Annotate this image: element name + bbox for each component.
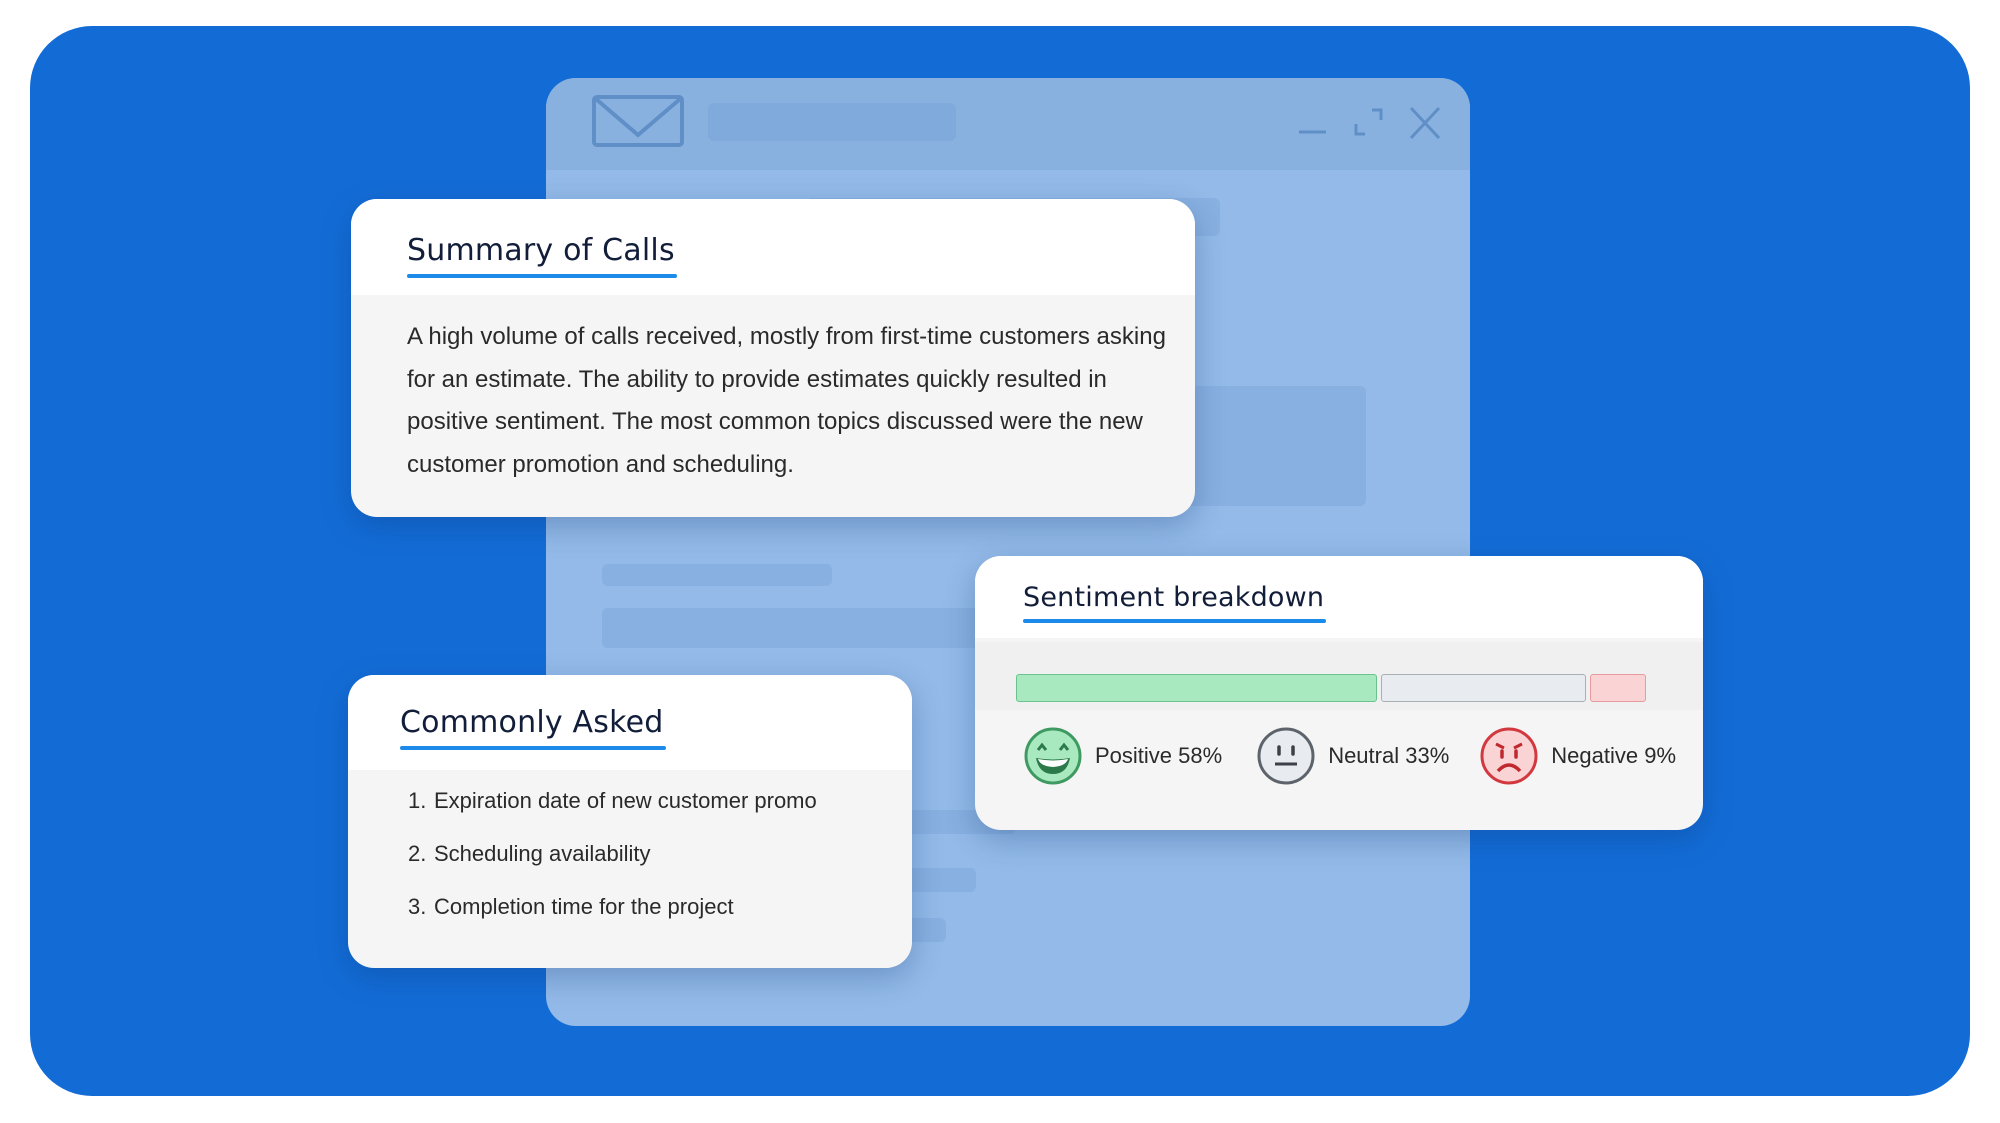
sentiment-title: Sentiment breakdown bbox=[1023, 582, 1327, 623]
minimize-icon[interactable] bbox=[1296, 106, 1330, 140]
window-title-placeholder bbox=[708, 103, 956, 141]
angry-face-icon bbox=[1480, 727, 1538, 785]
list-item-number: 1. bbox=[408, 788, 427, 813]
neutral-segment bbox=[1380, 674, 1586, 702]
list-item-text: Completion time for the project bbox=[434, 894, 734, 919]
commonly-asked-list: 1. Expiration date of new customer promo … bbox=[408, 785, 817, 944]
legend-neutral: Neutral 33% bbox=[1256, 726, 1449, 786]
legend-positive: Positive 58% bbox=[1023, 726, 1222, 786]
summary-title: Summary of Calls bbox=[407, 233, 677, 278]
list-item-text: Expiration date of new customer promo bbox=[434, 788, 817, 813]
commonly-asked-header: Commonly Asked bbox=[348, 675, 912, 770]
negative-segment bbox=[1590, 674, 1646, 702]
summary-text: A high volume of calls received, mostly … bbox=[407, 323, 1166, 478]
mail-icon bbox=[592, 95, 684, 147]
neutral-label: Neutral 33% bbox=[1328, 743, 1450, 768]
list-item-number: 3. bbox=[408, 894, 427, 919]
commonly-asked-title: Commonly Asked bbox=[400, 705, 665, 750]
list-item-number: 2. bbox=[408, 841, 427, 866]
sentiment-legend: Positive 58% Neutral 33% Negative 9% bbox=[1023, 726, 1703, 786]
window-titlebar bbox=[546, 78, 1470, 170]
smiling-face-icon bbox=[1024, 727, 1082, 785]
maximize-icon[interactable] bbox=[1352, 106, 1386, 140]
legend-negative: Negative 9% bbox=[1479, 726, 1676, 786]
summary-card: Summary of Calls A high volume of calls … bbox=[351, 199, 1195, 517]
positive-label: Positive 58% bbox=[1095, 743, 1223, 768]
close-icon[interactable] bbox=[1408, 106, 1442, 140]
commonly-asked-card: Commonly Asked 1. Expiration date of new … bbox=[348, 675, 912, 968]
sentiment-header: Sentiment breakdown bbox=[975, 556, 1703, 638]
summary-card-header: Summary of Calls bbox=[351, 199, 1195, 295]
list-item-text: Scheduling availability bbox=[434, 841, 651, 866]
negative-label: Negative 9% bbox=[1551, 743, 1677, 768]
sentiment-card: Sentiment breakdown Positive 58% Neutral… bbox=[975, 556, 1703, 830]
sentiment-bar bbox=[1016, 674, 1646, 702]
content-placeholder bbox=[602, 564, 832, 586]
list-item: 3. Completion time for the project bbox=[408, 891, 817, 944]
list-item: 1. Expiration date of new customer promo bbox=[408, 785, 817, 838]
neutral-face-icon bbox=[1257, 727, 1315, 785]
list-item: 2. Scheduling availability bbox=[408, 838, 817, 891]
positive-segment bbox=[1016, 674, 1377, 702]
